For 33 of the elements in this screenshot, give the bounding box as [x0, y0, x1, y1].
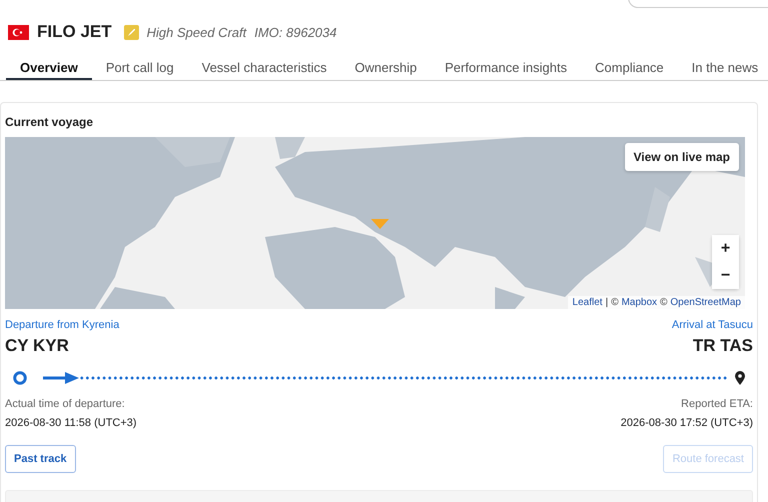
- attribution-text: ©: [611, 297, 618, 308]
- imo-number: IMO: 8962034: [254, 24, 337, 40]
- tab[interactable]: Compliance: [581, 52, 678, 80]
- tab[interactable]: Port call log: [92, 52, 188, 80]
- attribution-text: ©: [660, 297, 668, 308]
- tab[interactable]: Performance insights: [430, 52, 582, 80]
- tab[interactable]: Overview: [6, 52, 92, 80]
- departure-label: Departure from Kyrenia: [5, 319, 120, 331]
- arrival-port-code: TR TAS: [692, 336, 753, 356]
- vessel-name: FILO JET: [37, 22, 112, 42]
- arrival-label: Arrival at Tasucu: [672, 319, 753, 331]
- departure-port-code: CY KYR: [5, 336, 70, 356]
- attribution-link[interactable]: Leaflet: [572, 297, 602, 308]
- tab[interactable]: Vessel characteristics: [188, 52, 341, 80]
- attribution-text: |: [605, 297, 608, 308]
- tab[interactable]: Ownership: [340, 52, 431, 80]
- departure-time-label: Actual time of departure:: [5, 398, 126, 410]
- past-track-button[interactable]: Past track: [5, 445, 76, 473]
- tab[interactable]: In the news: [678, 52, 768, 80]
- live-map-button[interactable]: View on live map: [624, 143, 739, 171]
- attribution-link[interactable]: Mapbox: [621, 297, 658, 308]
- zoom-out-button[interactable]: −: [712, 262, 739, 289]
- pin-icon: [735, 371, 745, 385]
- vessel-type: High Speed Craft: [146, 24, 246, 40]
- eta-label: Reported ETA:: [681, 398, 753, 410]
- arrow-icon: [43, 372, 79, 384]
- attribution-link[interactable]: OpenStreetMap: [670, 297, 741, 308]
- origin-icon: [13, 371, 27, 385]
- section-title: Current voyage: [5, 115, 94, 129]
- zoom-in-button[interactable]: +: [712, 235, 739, 262]
- departure-time: 2026-08-30 11:58 (UTC+3): [5, 417, 137, 429]
- eta-time: 2026-08-30 17:52 (UTC+3): [620, 417, 753, 429]
- flag-icon: [8, 24, 29, 40]
